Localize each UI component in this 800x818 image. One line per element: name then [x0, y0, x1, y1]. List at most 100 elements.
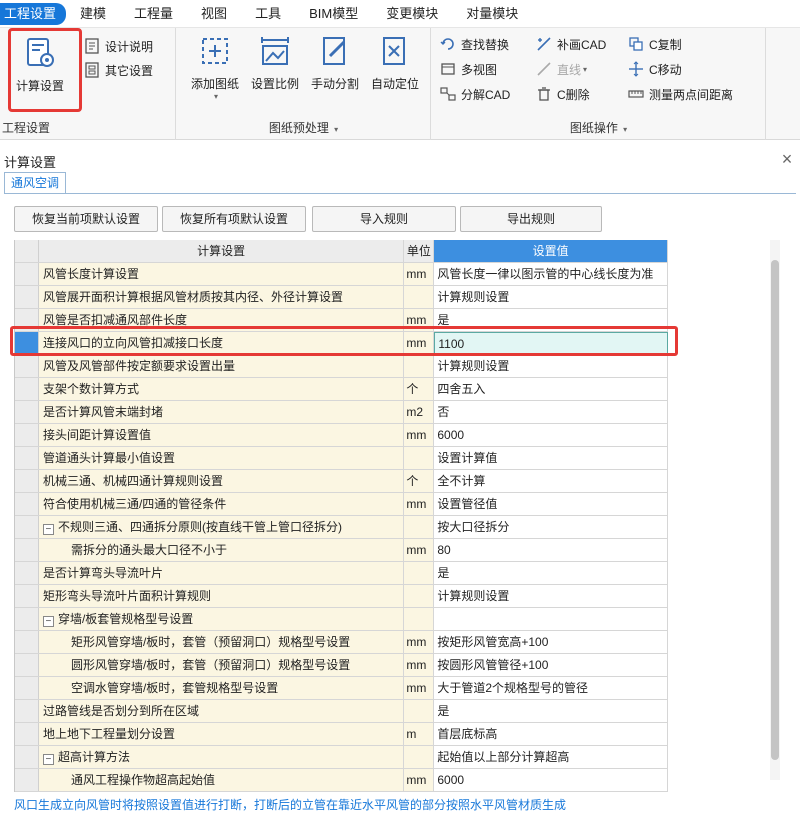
menu-modeling[interactable]: 建模	[66, 3, 120, 25]
table-row[interactable]: 地上地下工程量划分设置 m 首层底标高	[15, 723, 668, 746]
setting-value[interactable]: 6000	[434, 769, 668, 791]
add-drawing-button[interactable]: 添加图纸 ▾	[183, 34, 247, 101]
setting-value[interactable]: 80	[434, 539, 668, 561]
table-row[interactable]: − 穿墙/板套管规格型号设置	[15, 608, 668, 631]
menu-quantity[interactable]: 工程量	[120, 3, 187, 25]
table-row[interactable]: 符合使用机械三通/四通的管径条件 mm 设置管径值	[15, 493, 668, 516]
table-row[interactable]: 是否计算风管末端封堵 m2 否	[15, 401, 668, 424]
table-row[interactable]: 需拆分的通头最大口径不小于 mm 80	[15, 539, 668, 562]
c-delete-button[interactable]: C删除	[536, 84, 590, 104]
row-header[interactable]	[15, 378, 39, 400]
collapse-toggle-icon[interactable]: −	[42, 754, 54, 765]
row-header[interactable]	[15, 539, 39, 561]
row-header[interactable]	[15, 723, 39, 745]
close-icon[interactable]: ×	[778, 150, 796, 168]
row-header[interactable]	[15, 355, 39, 377]
menu-reconcile-module[interactable]: 对量模块	[452, 3, 532, 25]
setting-value[interactable]: 全不计算	[434, 470, 668, 492]
measure-distance-button[interactable]: 测量两点间距离	[628, 84, 733, 104]
table-row[interactable]: 过路管线是否划分到所在区域 是	[15, 700, 668, 723]
c-move-button[interactable]: C移动	[628, 59, 682, 79]
row-header[interactable]	[15, 401, 39, 423]
row-header[interactable]	[15, 631, 39, 653]
setting-value[interactable]: 四舍五入	[434, 378, 668, 400]
setting-value[interactable]: 大于管道2个规格型号的管径	[434, 677, 668, 699]
row-header[interactable]	[15, 424, 39, 446]
table-row[interactable]: − 不规则三通、四通拆分原则(按直线干管上管口径拆分) 按大口径拆分	[15, 516, 668, 539]
table-row[interactable]: 接头间距计算设置值 mm 6000	[15, 424, 668, 447]
setting-value[interactable]: 计算规则设置	[434, 355, 668, 377]
setting-value[interactable]: 是	[434, 562, 668, 584]
auto-locate-button[interactable]: 自动定位	[363, 34, 427, 92]
table-row[interactable]: 管道通头计算最小值设置 设置计算值	[15, 447, 668, 470]
setting-value[interactable]	[434, 608, 668, 630]
scrollbar-thumb[interactable]	[771, 260, 779, 760]
row-header[interactable]	[15, 769, 39, 791]
row-header[interactable]	[15, 493, 39, 515]
multi-view-button[interactable]: 多视图	[440, 59, 497, 79]
setting-value[interactable]: 6000	[434, 424, 668, 446]
menu-view[interactable]: 视图	[187, 3, 241, 25]
menu-tools[interactable]: 工具	[241, 3, 295, 25]
collapse-toggle-icon[interactable]: −	[42, 616, 54, 627]
setting-value[interactable]: 按大口径拆分	[434, 516, 668, 538]
row-header[interactable]	[15, 585, 39, 607]
menu-bim-model[interactable]: BIM模型	[295, 3, 372, 25]
row-header[interactable]	[15, 562, 39, 584]
line-button[interactable]: 直线 ▾	[536, 59, 587, 79]
tab-hvac[interactable]: 通风空调	[4, 172, 67, 194]
table-row[interactable]: 圆形风管穿墙/板时，套管（预留洞口）规格型号设置 mm 按圆形风管管径+100	[15, 654, 668, 677]
table-row[interactable]: 空调水管穿墙/板时，套管规格型号设置 mm 大于管道2个规格型号的管径	[15, 677, 668, 700]
table-row[interactable]: 矩形弯头导流叶片面积计算规则 计算规则设置	[15, 585, 668, 608]
design-notes-button[interactable]: 设计说明	[84, 36, 153, 56]
row-header[interactable]	[15, 516, 39, 538]
manual-split-button[interactable]: 手动分割	[303, 34, 367, 92]
setting-value[interactable]: 风管长度一律以图示管的中心线长度为准	[434, 263, 668, 285]
table-row[interactable]: 风管长度计算设置 mm 风管长度一律以图示管的中心线长度为准	[15, 263, 668, 286]
other-settings-button[interactable]: 其它设置	[84, 60, 153, 80]
setting-value[interactable]: 设置计算值	[434, 447, 668, 469]
row-header[interactable]	[15, 286, 39, 308]
collapse-toggle-icon[interactable]: −	[42, 524, 54, 535]
find-replace-button[interactable]: 查找替换	[440, 34, 509, 54]
setting-value[interactable]: 起始值以上部分计算超高	[434, 746, 668, 768]
table-row[interactable]: 支架个数计算方式个四舍五入	[15, 378, 668, 401]
setting-value[interactable]: 计算规则设置	[434, 286, 668, 308]
table-row[interactable]: 风管及风管部件按定额要求设置出量 计算规则设置	[15, 355, 668, 378]
row-header[interactable]	[15, 677, 39, 699]
redraw-cad-button[interactable]: 补画CAD	[536, 34, 606, 54]
setting-value[interactable]: 首层底标高	[434, 723, 668, 745]
menu-change-module[interactable]: 变更模块	[372, 3, 452, 25]
menu-project-settings[interactable]: 工程设置	[0, 2, 67, 25]
c-copy-button[interactable]: C复制	[628, 34, 682, 54]
export-rules-button[interactable]: 导出规则	[460, 206, 602, 232]
setting-name: − 穿墙/板套管规格型号设置	[38, 608, 405, 630]
set-scale-button[interactable]: 设置比例	[243, 34, 307, 92]
setting-value[interactable]: 计算规则设置	[434, 585, 668, 607]
row-header[interactable]	[15, 263, 39, 285]
row-header[interactable]	[15, 654, 39, 676]
setting-unit: mm	[404, 631, 435, 653]
setting-value[interactable]: 按矩形风管宽高+100	[434, 631, 668, 653]
table-row[interactable]: 是否计算弯头导流叶片 是	[15, 562, 668, 585]
table-row[interactable]: 通风工程操作物超高起始值 mm 6000	[15, 769, 668, 792]
restore-current-default-button[interactable]: 恢复当前项默认设置	[14, 206, 158, 232]
table-row[interactable]: 矩形风管穿墙/板时，套管（预留洞口）规格型号设置 mm 按矩形风管宽高+100	[15, 631, 668, 654]
table-row[interactable]: 风管展开面积计算根据风管材质按其内径、外径计算设置 计算规则设置	[15, 286, 668, 309]
setting-description: 风口生成立向风管时将按照设置值进行打断，打断后的立管在靠近水平风管的部分按照水平…	[14, 798, 567, 812]
explode-cad-button[interactable]: 分解CAD	[440, 84, 510, 104]
row-header[interactable]	[15, 470, 39, 492]
setting-value[interactable]: 设置管径值	[434, 493, 668, 515]
restore-all-default-button[interactable]: 恢复所有项默认设置	[162, 206, 306, 232]
setting-value[interactable]: 是	[434, 700, 668, 722]
table-row[interactable]: − 超高计算方法 起始值以上部分计算超高	[15, 746, 668, 769]
row-header[interactable]	[15, 447, 39, 469]
table-row[interactable]: 机械三通、机械四通计算规则设置个全不计算	[15, 470, 668, 493]
row-header[interactable]	[15, 700, 39, 722]
setting-value[interactable]: 否	[434, 401, 668, 423]
import-rules-button[interactable]: 导入规则	[312, 206, 456, 232]
row-header[interactable]	[15, 608, 39, 630]
setting-value[interactable]: 按圆形风管管径+100	[434, 654, 668, 676]
row-header[interactable]	[15, 746, 39, 768]
manual-split-icon	[323, 37, 346, 65]
